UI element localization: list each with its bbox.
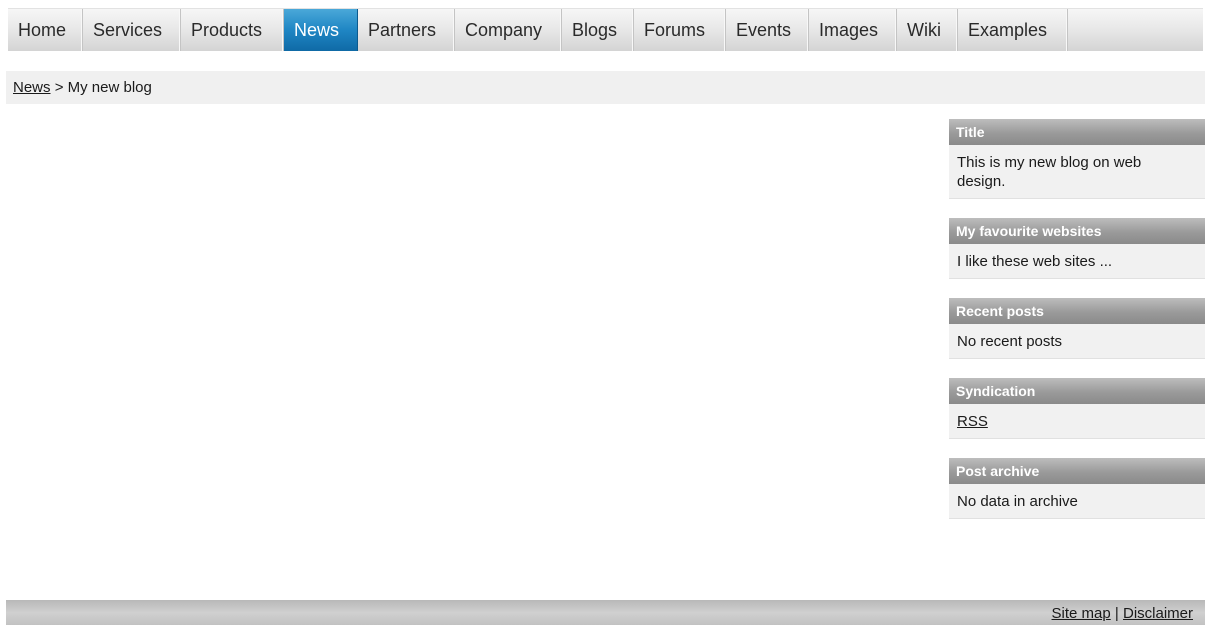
box-content: No recent posts	[949, 324, 1205, 358]
nav-item-news[interactable]: News	[284, 9, 358, 51]
main-navigation: Home Services Products News Partners Com…	[8, 8, 1203, 51]
nav-item-events[interactable]: Events	[726, 9, 809, 51]
box-heading: Title	[949, 119, 1205, 145]
rss-link[interactable]: RSS	[957, 413, 988, 430]
box-heading: My favourite websites	[949, 218, 1205, 244]
nav-item-images[interactable]: Images	[809, 9, 897, 51]
box-heading: Post archive	[949, 458, 1205, 484]
nav-item-partners[interactable]: Partners	[358, 9, 455, 51]
breadcrumb: News > My new blog	[6, 71, 1205, 104]
right-sidebar: Title This is my new blog on web design.…	[949, 119, 1205, 538]
sidebar-box-title: Title This is my new blog on web design.	[949, 119, 1205, 199]
breadcrumb-current: My new blog	[67, 79, 152, 96]
footer: Site map | Disclaimer	[6, 600, 1205, 625]
nav-item-wiki[interactable]: Wiki	[897, 9, 958, 51]
box-heading: Recent posts	[949, 298, 1205, 324]
disclaimer-link[interactable]: Disclaimer	[1123, 605, 1193, 622]
sidebar-box-post-archive: Post archive No data in archive	[949, 458, 1205, 519]
box-content: I like these web sites ...	[949, 244, 1205, 278]
sitemap-link[interactable]: Site map	[1052, 605, 1111, 622]
nav-item-services[interactable]: Services	[83, 9, 181, 51]
nav-item-home[interactable]: Home	[8, 9, 83, 51]
sidebar-box-recent-posts: Recent posts No recent posts	[949, 298, 1205, 359]
box-heading: Syndication	[949, 378, 1205, 404]
box-content: This is my new blog on web design.	[949, 145, 1205, 198]
nav-item-examples[interactable]: Examples	[958, 9, 1068, 51]
box-content: RSS	[949, 404, 1205, 438]
nav-item-forums[interactable]: Forums	[634, 9, 726, 51]
nav-item-company[interactable]: Company	[455, 9, 562, 51]
breadcrumb-link-news[interactable]: News	[13, 79, 51, 96]
sidebar-box-syndication: Syndication RSS	[949, 378, 1205, 439]
footer-separator: |	[1114, 605, 1119, 622]
sidebar-box-favourite-websites: My favourite websites I like these web s…	[949, 218, 1205, 279]
nav-item-blogs[interactable]: Blogs	[562, 9, 634, 51]
breadcrumb-separator: >	[54, 79, 64, 96]
nav-item-products[interactable]: Products	[181, 9, 284, 51]
box-content: No data in archive	[949, 484, 1205, 518]
